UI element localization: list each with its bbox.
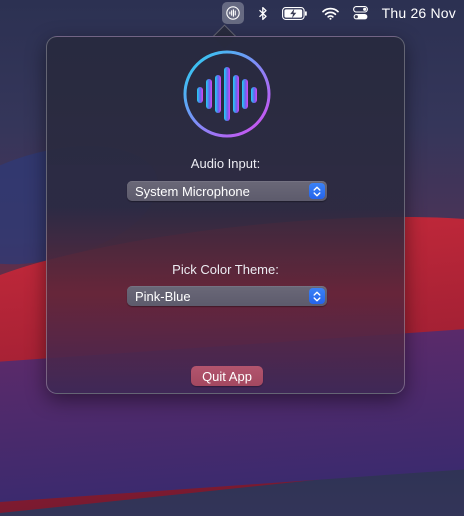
menubar-clock[interactable]: Thu 26 Nov <box>382 5 456 21</box>
bluetooth-icon[interactable] <box>258 2 268 24</box>
select-chevrons-icon <box>309 183 325 199</box>
select-chevrons-icon <box>309 288 325 304</box>
menu-bar: Thu 26 Nov <box>0 0 464 26</box>
battery-charging-icon[interactable] <box>281 2 308 24</box>
color-theme-label: Pick Color Theme: <box>172 262 279 277</box>
wifi-icon[interactable] <box>321 2 339 24</box>
audio-input-value: System Microphone <box>135 183 250 199</box>
quit-app-button[interactable]: Quit App <box>191 366 263 386</box>
control-center-icon[interactable] <box>352 2 368 24</box>
app-logo-icon <box>183 50 271 138</box>
color-theme-value: Pink-Blue <box>135 288 191 304</box>
audio-input-label: Audio Input: <box>190 156 261 171</box>
waveform-app-icon[interactable] <box>221 2 244 24</box>
app-popover: Audio Input: System Microphone Pick Colo… <box>46 36 405 394</box>
audio-input-select[interactable]: System Microphone <box>127 181 327 201</box>
color-theme-select[interactable]: Pink-Blue <box>127 286 327 306</box>
